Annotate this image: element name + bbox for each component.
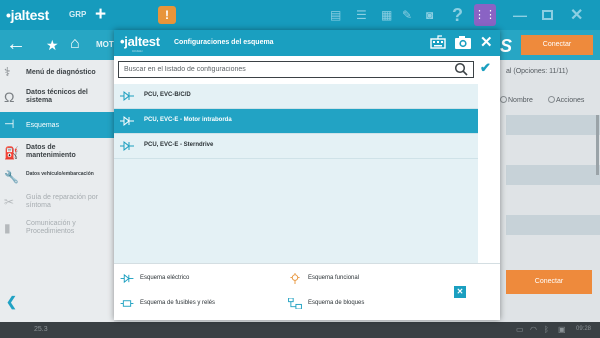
- app-logo: •jaltest: [6, 7, 49, 23]
- dialog-close-icon[interactable]: ✕: [480, 33, 493, 51]
- sidebar-item-vehicle-data[interactable]: 🔧 Datos vehículo/embarcación: [0, 166, 114, 186]
- sidebar-item-maintenance[interactable]: ⛽ Datos de mantenimiento: [0, 140, 114, 164]
- schematic-config-dialog: •jaltest COJALI Configuraciones del esqu…: [114, 30, 500, 320]
- sidebar-item-label: Esquemas: [26, 122, 60, 129]
- options-count: al (Opciones: 11/11): [506, 68, 568, 75]
- list-item[interactable]: PCU, EVC-E - Sterndrive: [114, 134, 478, 159]
- dialog-title: Configuraciones del esquema: [174, 39, 274, 46]
- legend-label: Esquema eléctrico: [140, 275, 190, 281]
- legend-label: Esquema de bloques: [308, 300, 365, 306]
- communication-icon: ▮: [4, 221, 11, 235]
- background-row[interactable]: [506, 115, 600, 135]
- dialog-header: •jaltest COJALI Configuraciones del esqu…: [114, 30, 500, 56]
- legend-area: Esquema eléctrico Esquema funcional Esqu…: [114, 263, 500, 320]
- background-row[interactable]: [506, 215, 600, 235]
- camera-icon[interactable]: [454, 35, 472, 54]
- sidebar: ⚕ Menú de diagnóstico Ω Datos técnicos d…: [0, 60, 114, 322]
- sidebar-item-schematics[interactable]: ⊣ Esquemas: [0, 112, 114, 138]
- grid-menu-icon[interactable]: ⋮⋮: [474, 4, 496, 26]
- clock-time: 09:28: [576, 326, 592, 332]
- keyboard-icon[interactable]: [430, 35, 446, 53]
- version-label: 25.3: [34, 326, 48, 333]
- status-bar: 25.3 ▭ ◠ ᛒ ▣ 09:28: [0, 322, 600, 338]
- omega-icon: Ω: [4, 89, 15, 105]
- fuse-relay-icon: [120, 300, 134, 307]
- screen-icon: ▭: [516, 325, 524, 334]
- breadcrumb[interactable]: MOT: [96, 40, 114, 49]
- list-icon[interactable]: ☰: [356, 8, 367, 22]
- maximize-icon[interactable]: [542, 10, 553, 20]
- keyboard-icon[interactable]: ▦: [381, 8, 392, 22]
- signal-icon[interactable]: S: [500, 36, 512, 57]
- connect-button-top[interactable]: Conectar: [521, 35, 593, 55]
- dialog-logo: •jaltest: [120, 34, 160, 49]
- background-row[interactable]: [506, 165, 600, 185]
- back-arrow-icon[interactable]: ←: [6, 34, 26, 54]
- list-item-label: PCU, EVC-B/C/D: [144, 92, 191, 98]
- home-icon[interactable]: ⌂: [70, 35, 80, 53]
- wrench-icon: 🔧: [4, 170, 19, 184]
- electrical-schematic-icon: [120, 140, 134, 152]
- group-label[interactable]: GRP: [69, 10, 86, 19]
- chevron-left-icon[interactable]: ❮: [6, 294, 17, 310]
- electrical-schematic-icon: [120, 90, 134, 102]
- oil-can-icon: ⛽: [4, 146, 19, 160]
- search-input[interactable]: [118, 61, 474, 78]
- functional-schematic-icon: [290, 273, 300, 284]
- legend-close-icon[interactable]: ✕: [454, 286, 466, 298]
- sidebar-item-label: Guía de reparación por síntoma: [26, 194, 98, 209]
- search-icon[interactable]: [454, 62, 468, 76]
- search-bar: [114, 56, 478, 84]
- sidebar-item-label: Datos de mantenimiento: [26, 144, 76, 159]
- sidebar-item-diagnostic[interactable]: ⚕ Menú de diagnóstico: [0, 60, 114, 84]
- sidebar-item-label: Comunicación y Procedimientos: [26, 220, 76, 235]
- background-scrollbar[interactable]: [596, 115, 599, 175]
- schematic-icon: ⊣: [4, 117, 15, 131]
- minimize-icon[interactable]: —: [513, 7, 527, 23]
- confirm-check-icon[interactable]: ✔: [480, 60, 491, 76]
- top-bar: •jaltest GRP + ! ▤ ☰ ▦ ✎ ◙ ? ⋮⋮ — ✕: [0, 0, 600, 30]
- help-icon[interactable]: ?: [452, 5, 463, 25]
- list-item-label: PCU, EVC-E - Sterndrive: [144, 142, 214, 148]
- battery-icon: ▣: [558, 325, 566, 334]
- legend-label: Esquema de fusibles y relés: [140, 300, 216, 306]
- close-icon[interactable]: ✕: [570, 5, 583, 25]
- repair-guide-icon: ✂: [4, 195, 15, 209]
- sidebar-item-label: Menú de diagnóstico: [26, 69, 96, 76]
- add-icon[interactable]: +: [95, 5, 106, 24]
- sidebar-item-communication[interactable]: ▮ Comunicación y Procedimientos: [0, 216, 114, 240]
- electrical-schematic-icon: [120, 115, 134, 127]
- sidebar-item-label: Datos técnicos del sistema: [26, 89, 88, 104]
- radio-name[interactable]: Nombre: [500, 96, 533, 104]
- sidebar-item-repair-guide[interactable]: ✂ Guía de reparación por síntoma: [0, 190, 114, 214]
- sidebar-item-technical-data[interactable]: Ω Datos técnicos del sistema: [0, 84, 114, 110]
- list-item-selected[interactable]: PCU, EVC-E - Motor intraborda: [114, 109, 478, 134]
- warning-icon[interactable]: !: [158, 6, 176, 24]
- list-item[interactable]: PCU, EVC-B/C/D: [114, 84, 478, 109]
- dialog-logo-subtitle: COJALI: [132, 49, 143, 53]
- diagnostic-icon: ⚕: [4, 65, 11, 79]
- list-item-label: PCU, EVC-E - Motor intraborda: [144, 117, 232, 123]
- camera-icon[interactable]: ◙: [426, 8, 433, 22]
- sidebar-item-label: Datos vehículo/embarcación: [26, 171, 94, 177]
- bluetooth-icon: ᛒ: [544, 325, 549, 334]
- star-icon[interactable]: ★: [46, 37, 59, 54]
- block-diagram-icon: [288, 298, 302, 309]
- document-icon[interactable]: ▤: [330, 8, 341, 22]
- legend-label: Esquema funcional: [308, 275, 360, 281]
- pencil-icon[interactable]: ✎: [402, 8, 412, 22]
- connect-button-bottom[interactable]: Conectar: [506, 270, 592, 294]
- radio-actions[interactable]: Acciones: [548, 96, 584, 104]
- wifi-icon: ◠: [530, 325, 537, 334]
- electrical-schematic-icon: [120, 273, 134, 284]
